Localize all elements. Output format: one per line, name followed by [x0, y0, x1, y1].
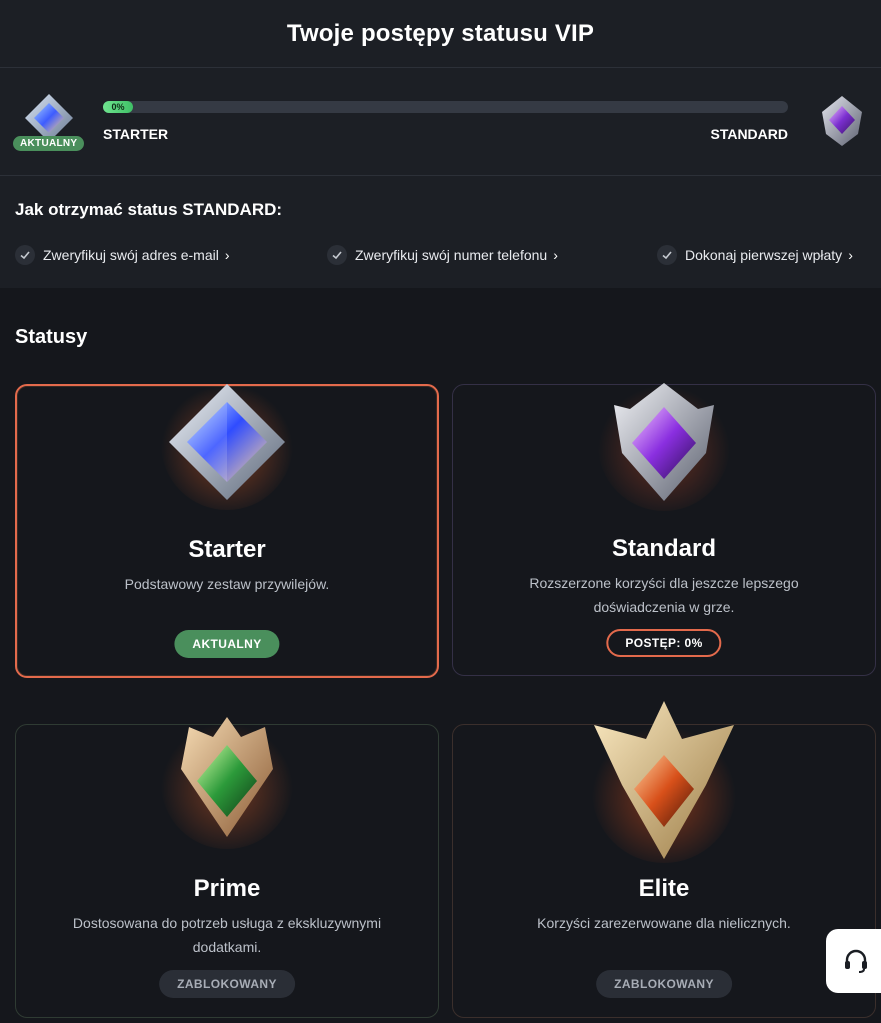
progress-badge: POSTĘP: 0% [606, 629, 722, 657]
check-icon [15, 245, 35, 265]
status-description: Korzyści zarezerwowane dla nielicznych. [537, 915, 791, 931]
first-deposit-link[interactable]: Dokonaj pierwszej wpłaty › [657, 245, 853, 265]
status-name: Prime [193, 875, 261, 902]
status-description: Rozszerzone korzyści dla jeszcze lepszeg… [529, 575, 799, 615]
requirement-label: Zweryfikuj swój numer telefonu [355, 247, 548, 263]
requirements-title: Jak otrzymać status STANDARD: [15, 200, 283, 219]
prime-gem-icon [161, 717, 293, 849]
progress-bar-fill: 0% [103, 101, 133, 113]
status-name: Elite [638, 875, 690, 902]
page-header: Twoje postępy statusu VIP [0, 0, 881, 68]
chevron-right-icon: › [553, 247, 558, 263]
check-icon [657, 245, 677, 265]
check-icon [327, 245, 347, 265]
standard-gem-icon [822, 96, 862, 146]
page-title: Twoje postępy statusu VIP [286, 19, 595, 47]
status-description: Podstawowy zestaw przywilejów. [124, 576, 330, 592]
status-card-prime[interactable]: Prime Dostosowana do potrzeb usługa z ek… [15, 717, 439, 1018]
locked-badge: ZABLOKOWANY [596, 970, 732, 998]
headset-icon [845, 949, 867, 973]
requirement-label: Zweryfikuj swój adres e-mail [43, 247, 219, 263]
current-status-badge: AKTUALNY [13, 136, 85, 151]
verify-email-link[interactable]: Zweryfikuj swój adres e-mail › [15, 245, 230, 265]
support-chat-button[interactable] [826, 929, 881, 993]
status-card-starter[interactable]: Starter Podstawowy zestaw przywilejów. A… [15, 378, 439, 678]
requirement-label: Dokonaj pierwszej wpłaty [685, 247, 843, 263]
locked-badge: ZABLOKOWANY [159, 970, 295, 998]
next-level-label: STANDARD [710, 126, 788, 142]
elite-gem-icon [592, 701, 736, 863]
progress-bar: 0% [103, 101, 788, 113]
chevron-right-icon: › [224, 247, 230, 263]
statuses-section: Statusy Starter Podstawowy zestaw przywi… [0, 300, 881, 1023]
requirements-panel: Jak otrzymać status STANDARD: Zweryfikuj… [0, 176, 881, 288]
status-name: Standard [611, 535, 716, 562]
statuses-title: Statusy [15, 326, 88, 348]
status-description: Dostosowana do potrzeb usługa z ekskluzy… [72, 915, 382, 955]
status-badge: AKTUALNY [174, 630, 280, 658]
verify-phone-link[interactable]: Zweryfikuj swój numer telefonu › [327, 245, 558, 265]
vip-progress-panel: AKTUALNY 0% STARTER STANDARD [0, 68, 881, 176]
status-card-standard[interactable]: Standard Rozszerzone korzyści dla jeszcz… [452, 379, 876, 676]
status-card-elite[interactable]: Elite Korzyści zarezerwowane dla nielicz… [452, 701, 876, 1018]
chevron-right-icon: › [848, 247, 853, 263]
standard-gem-icon [598, 379, 730, 511]
current-level-label: STARTER [103, 126, 169, 142]
starter-gem-icon [161, 378, 293, 510]
status-name: Starter [188, 536, 266, 563]
